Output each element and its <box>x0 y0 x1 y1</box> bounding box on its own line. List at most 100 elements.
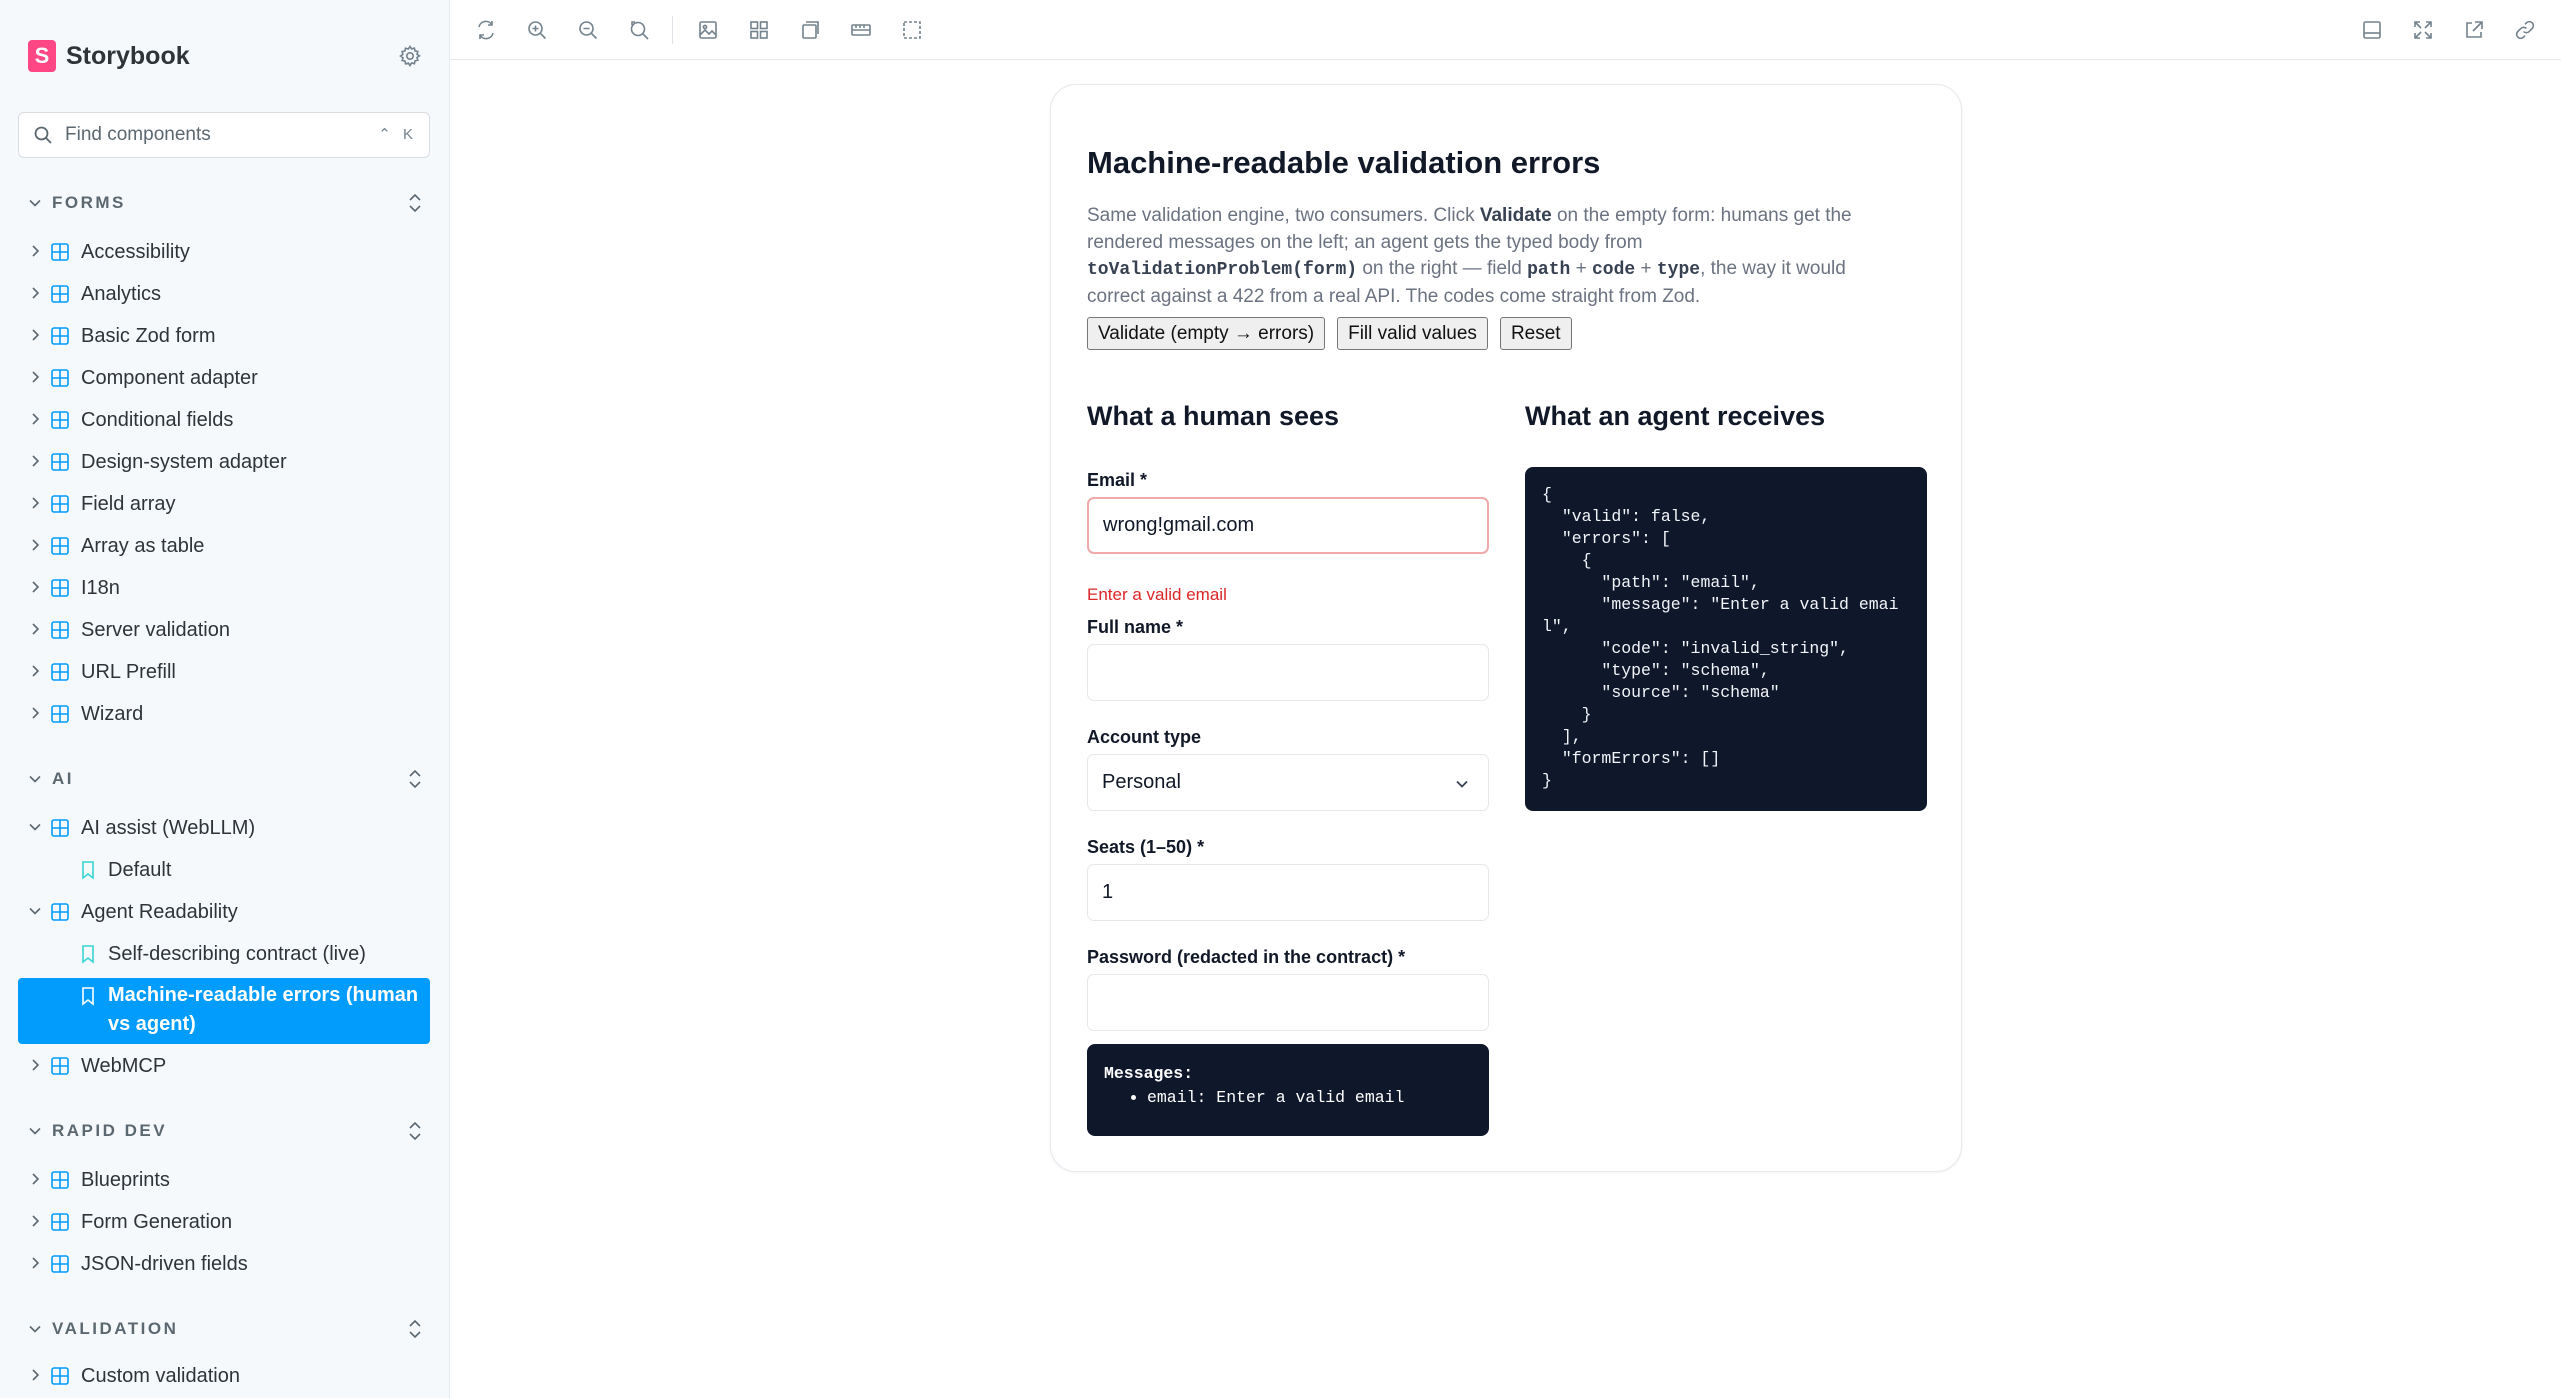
chevron-right-icon <box>28 412 44 428</box>
sidebar-item-form-generation[interactable]: Form Generation <box>18 1204 430 1240</box>
sidebar-item-label: I18n <box>81 577 120 599</box>
component-icon <box>50 494 70 514</box>
sidebar-item-webmcp[interactable]: WebMCP <box>18 1048 430 1084</box>
group-forms[interactable]: FORMS <box>28 188 428 218</box>
password-field[interactable] <box>1087 974 1489 1031</box>
group-ai[interactable]: AI <box>28 764 428 794</box>
agent-json-output: { "valid": false, "errors": [ { "path": … <box>1525 467 1927 811</box>
full-name-field[interactable] <box>1087 644 1489 701</box>
remount-icon[interactable] <box>473 17 499 43</box>
viewport-icon[interactable] <box>797 17 823 43</box>
sidebar-item-label: Default <box>108 859 172 881</box>
fullscreen-icon[interactable] <box>2410 17 2436 43</box>
chevron-right-icon <box>28 244 44 260</box>
addons-panel-icon[interactable] <box>2359 17 2385 43</box>
sidebar-item-component-adapter[interactable]: Component adapter <box>18 360 430 396</box>
chevron-right-icon <box>28 1058 44 1074</box>
full-name-label: Full name * <box>1087 617 1184 637</box>
search-input[interactable] <box>63 123 367 147</box>
human-heading: What a human sees <box>1087 401 1340 431</box>
sidebar-item-array-as-table[interactable]: Array as table <box>18 528 430 564</box>
sidebar-item-conditional-fields[interactable]: Conditional fields <box>18 402 430 438</box>
sidebar-story-machine-readable-errors[interactable]: Machine-readable errors (human vs agent) <box>18 978 430 1044</box>
sidebar-item-label: Custom validation <box>81 1365 240 1387</box>
sidebar-item-label: Self-describing contract (live) <box>108 943 366 965</box>
messages-list: email: Enter a valid email <box>1127 1086 1404 1110</box>
grid-icon[interactable] <box>746 17 772 43</box>
component-icon <box>50 326 70 346</box>
component-icon <box>50 620 70 640</box>
messages-title: Messages: <box>1104 1064 1194 1083</box>
chevron-right-icon <box>28 664 44 680</box>
sidebar-item-label: Design-system adapter <box>81 451 287 473</box>
account-type-select[interactable]: Personal <box>1087 754 1489 811</box>
expand-collapse-icon[interactable] <box>402 1316 428 1342</box>
story-description: Same validation engine, two consumers. C… <box>1087 205 1852 307</box>
component-icon <box>50 284 70 304</box>
sidebar-item-label: Form Generation <box>81 1211 233 1233</box>
storybook-brand[interactable]: S Storybook <box>28 36 190 76</box>
component-icon <box>50 1056 70 1076</box>
password-label: Password (redacted in the contract) * <box>1087 947 1406 967</box>
sidebar-item-json-driven-fields[interactable]: JSON-driven fields <box>18 1246 430 1282</box>
chevron-right-icon <box>28 538 44 554</box>
sidebar-story-self-describing-contract[interactable]: Self-describing contract (live) <box>18 936 430 972</box>
validate-button[interactable]: Validate (empty → errors) <box>1087 317 1326 350</box>
sidebar-item-design-system-adapter[interactable]: Design-system adapter <box>18 444 430 480</box>
sidebar-item-label: URL Prefill <box>81 661 176 683</box>
storybook-logo-icon: S <box>28 40 56 72</box>
copy-link-icon[interactable] <box>2512 17 2538 43</box>
component-icon <box>50 242 70 262</box>
chevron-down-icon <box>28 195 44 211</box>
group-validation[interactable]: VALIDATION <box>28 1314 428 1344</box>
zoom-out-icon[interactable] <box>575 17 601 43</box>
sidebar-item-basic-zod-form[interactable]: Basic Zod form <box>18 318 430 354</box>
sidebar-item-server-validation[interactable]: Server validation <box>18 612 430 648</box>
chevron-down-icon <box>28 820 44 836</box>
chevron-right-icon <box>28 1368 44 1384</box>
message-item: email: Enter a valid email <box>1147 1086 1404 1110</box>
expand-collapse-icon[interactable] <box>402 190 428 216</box>
email-field[interactable] <box>1087 497 1489 554</box>
sidebar-item-label: Agent Readability <box>81 901 238 923</box>
seats-label: Seats (1–50) * <box>1087 837 1205 857</box>
sidebar-item-accessibility[interactable]: Accessibility <box>18 234 430 270</box>
chevron-right-icon <box>28 706 44 722</box>
fill-valid-values-button[interactable]: Fill valid values <box>1337 317 1488 350</box>
zoom-in-icon[interactable] <box>524 17 550 43</box>
sidebar-item-wizard[interactable]: Wizard <box>18 696 430 732</box>
expand-collapse-icon[interactable] <box>402 1118 428 1144</box>
settings-gear-icon[interactable] <box>396 42 424 70</box>
find-components-search[interactable]: ⌃ K <box>18 112 430 158</box>
chevron-down-icon <box>28 1123 44 1139</box>
canvas-toolbar <box>450 0 2561 60</box>
component-icon <box>50 368 70 388</box>
group-title: AI <box>52 769 74 788</box>
story-card: Machine-readable validation errors Same … <box>1050 84 1962 1172</box>
sidebar-item-custom-validation[interactable]: Custom validation <box>18 1358 430 1394</box>
expand-collapse-icon[interactable] <box>402 766 428 792</box>
story-title: Machine-readable validation errors <box>1087 145 1601 180</box>
chevron-down-icon <box>28 1321 44 1337</box>
reset-button[interactable]: Reset <box>1499 317 1572 350</box>
group-rapid-dev[interactable]: RAPID DEV <box>28 1116 428 1146</box>
sidebar-story-default[interactable]: Default <box>18 852 430 888</box>
sidebar-item-i18n[interactable]: I18n <box>18 570 430 606</box>
open-new-tab-icon[interactable] <box>2461 17 2487 43</box>
component-icon <box>50 1254 70 1274</box>
sidebar-item-field-array[interactable]: Field array <box>18 486 430 522</box>
search-icon <box>33 124 55 146</box>
component-icon <box>50 1212 70 1232</box>
outline-icon[interactable] <box>899 17 925 43</box>
sidebar-item-agent-readability[interactable]: Agent Readability <box>18 894 430 930</box>
component-icon <box>50 410 70 430</box>
bookmark-icon <box>78 944 98 964</box>
sidebar-item-url-prefill[interactable]: URL Prefill <box>18 654 430 690</box>
background-image-icon[interactable] <box>695 17 721 43</box>
seats-field[interactable] <box>1087 864 1489 921</box>
measure-icon[interactable] <box>848 17 874 43</box>
sidebar-item-blueprints[interactable]: Blueprints <box>18 1162 430 1198</box>
sidebar-item-ai-assist[interactable]: AI assist (WebLLM) <box>18 810 430 846</box>
sidebar-item-analytics[interactable]: Analytics <box>18 276 430 312</box>
zoom-reset-icon[interactable] <box>626 17 652 43</box>
